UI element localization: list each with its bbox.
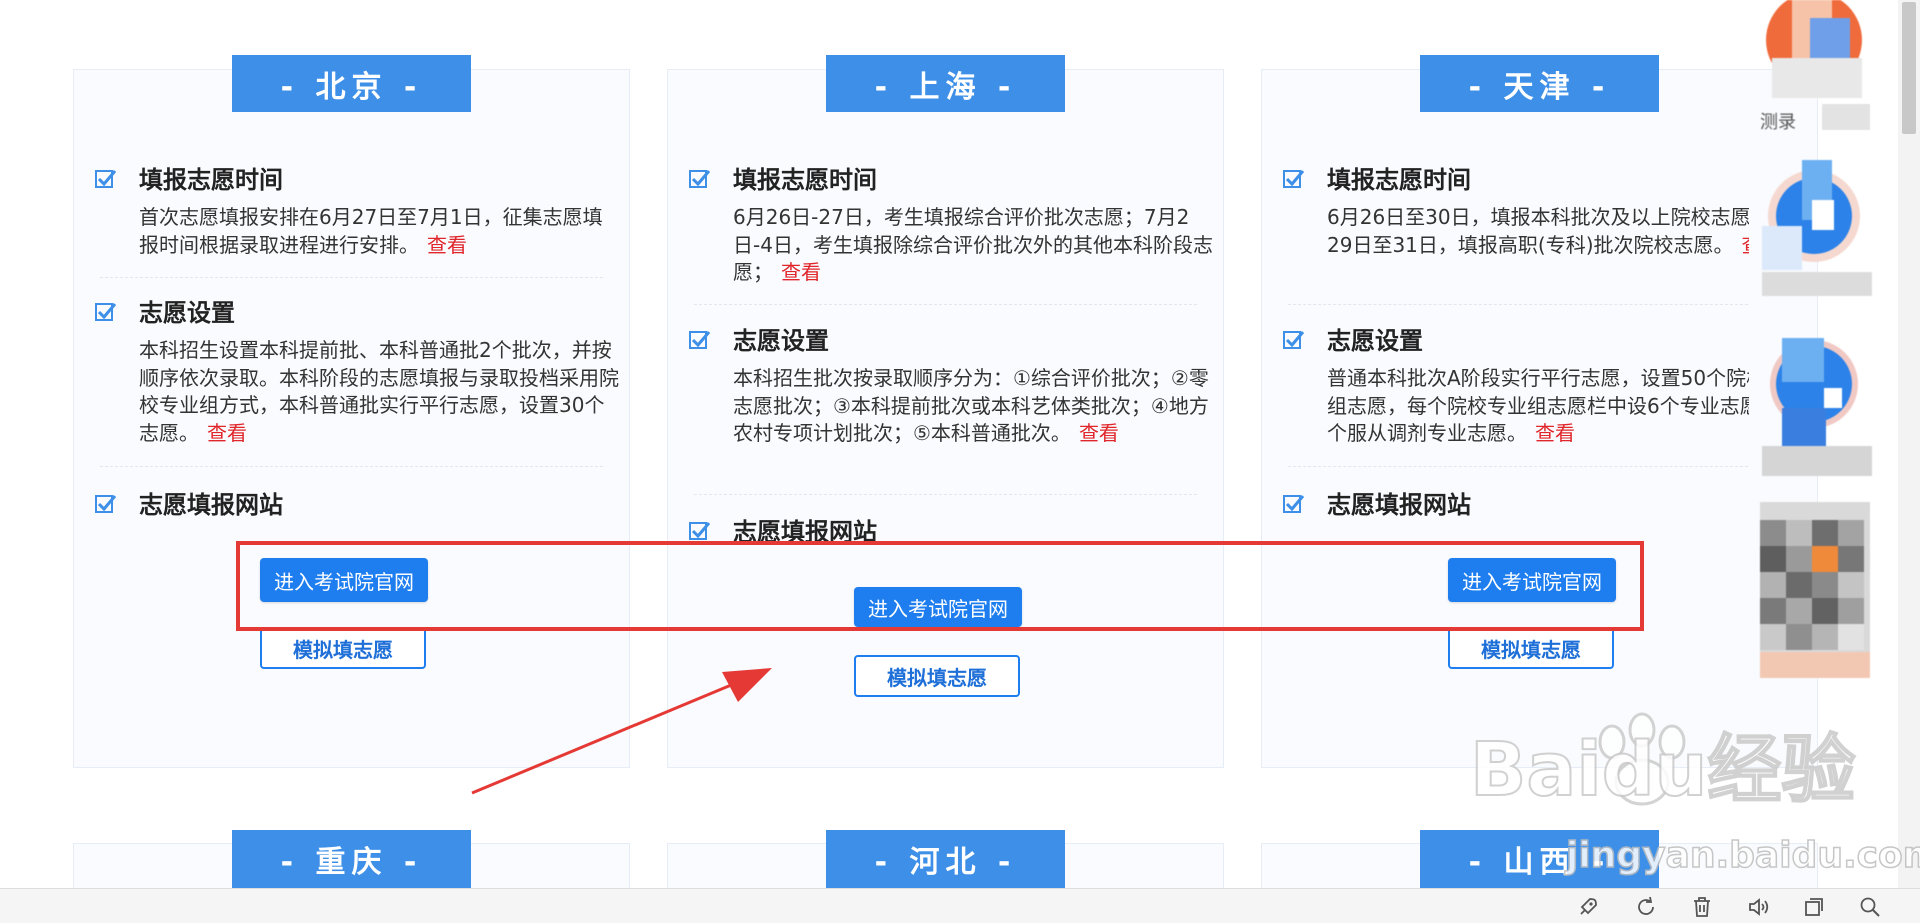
section-heading: 志愿设置 <box>733 327 829 355</box>
float-item-3[interactable] <box>1762 338 1872 480</box>
view-link[interactable]: 查看 <box>207 421 247 445</box>
view-link[interactable]: 查看 <box>781 260 821 284</box>
section-heading: 志愿设置 <box>1327 327 1423 355</box>
vertical-scrollbar[interactable] <box>1898 0 1920 890</box>
card-title-tianjin: - 天津 - <box>1420 55 1659 112</box>
card-title-beijing: - 北京 - <box>232 55 471 112</box>
checkbox-icon <box>95 495 117 513</box>
chat-app-icon <box>1770 338 1858 448</box>
section-heading: 填报志愿时间 <box>1327 166 1471 194</box>
watermark-url: jingyan.baidu.com <box>1565 834 1920 877</box>
checkbox-icon <box>689 170 711 188</box>
speaker-icon[interactable] <box>1746 895 1770 919</box>
float-item-1[interactable]: 测录 <box>1760 0 1870 133</box>
watermark-brand: Baidu经验 <box>1469 726 1856 814</box>
checkbox-icon <box>1283 495 1305 513</box>
section-text: 6月26日-27日，考生填报综合评价批次志愿；7月2日-4日，考生填报除综合评价… <box>733 205 1213 284</box>
float-item-label: 测录 <box>1760 112 1796 133</box>
bottom-toolbar <box>0 888 1920 923</box>
float-item-4-qr[interactable] <box>1760 502 1870 678</box>
section-settings-tianjin: 志愿设置 普通本科批次A阶段实行平行志愿，设置50个院校专业组志愿，每个院校专业… <box>1261 321 1749 451</box>
trash-icon[interactable] <box>1690 895 1714 919</box>
simulate-fill-button-tianjin[interactable]: 模拟填志愿 <box>1448 627 1614 669</box>
window-icon[interactable] <box>1802 895 1826 919</box>
divider <box>1288 466 1748 467</box>
section-heading: 填报志愿时间 <box>733 166 877 194</box>
checkbox-icon <box>689 331 711 349</box>
checkbox-icon <box>1283 170 1305 188</box>
highlight-annotation-box <box>236 541 1644 631</box>
divider <box>694 304 1197 305</box>
arrow-annotation-icon <box>471 668 772 795</box>
divider <box>100 277 603 278</box>
checkbox-icon <box>1283 331 1305 349</box>
view-link[interactable]: 查看 <box>427 233 467 257</box>
section-text: 首次志愿填报安排在6月27日至7月1日，征集志愿填报时间根据录取进程进行安排。查… <box>139 205 603 257</box>
qr-code-icon <box>1760 502 1870 678</box>
card-title-hebei: - 河北 - <box>826 830 1065 888</box>
simulate-fill-button-beijing[interactable]: 模拟填志愿 <box>260 627 426 669</box>
scrollbar-thumb[interactable] <box>1902 2 1916 134</box>
view-link[interactable]: 查看 <box>1535 421 1575 445</box>
checkbox-icon <box>689 522 711 540</box>
card-title-chongqing: - 重庆 - <box>232 830 471 888</box>
float-item-2[interactable] <box>1762 160 1872 300</box>
checkbox-icon <box>95 303 117 321</box>
search-icon[interactable] <box>1858 895 1882 919</box>
section-text: 普通本科批次A阶段实行平行志愿，设置50个院校专业组志愿，每个院校专业组志愿栏中… <box>1327 366 1749 445</box>
view-link[interactable]: 查看 <box>1079 421 1119 445</box>
checkbox-icon <box>95 170 117 188</box>
rocket-icon[interactable] <box>1576 895 1600 919</box>
divider <box>694 494 1197 495</box>
divider <box>100 466 603 467</box>
simulate-fill-button-shanghai[interactable]: 模拟填志愿 <box>854 655 1020 697</box>
section-text: 6月26日至30日，填报本科批次及以上院校志愿；7月29日至31日，填报高职(专… <box>1327 204 1749 259</box>
section-heading: 志愿填报网站 <box>139 491 283 519</box>
refresh-icon[interactable] <box>1634 895 1658 919</box>
edit-app-icon <box>1762 160 1860 270</box>
section-heading: 志愿填报网站 <box>1327 491 1471 519</box>
section-heading: 填报志愿时间 <box>139 166 283 194</box>
section-heading: 志愿设置 <box>139 299 235 327</box>
document-app-icon <box>1766 0 1862 98</box>
section-text: 本科招生批次按录取顺序分为：①综合评价批次；②零志愿批次；③本科提前批次或本科艺… <box>733 366 1209 445</box>
page: - 北京 - 填报志愿时间 首次志愿填报安排在6月27日至7月1日，征集志愿填报… <box>0 0 1920 923</box>
card-title-shanghai: - 上海 - <box>826 55 1065 112</box>
section-time-tianjin: 填报志愿时间 6月26日至30日，填报本科批次及以上院校志愿；7月29日至31日… <box>1261 160 1749 290</box>
section-text: 本科招生设置本科提前批、本科普通批2个批次，并按顺序依次录取。本科阶段的志愿填报… <box>139 338 619 445</box>
divider <box>1288 304 1748 305</box>
